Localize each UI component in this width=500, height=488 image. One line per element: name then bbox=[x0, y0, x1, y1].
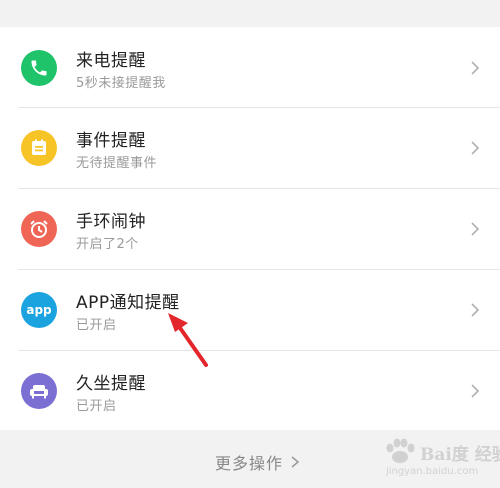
more-actions-button[interactable]: 更多操作 bbox=[215, 450, 301, 474]
item-title: 事件提醒 bbox=[76, 131, 146, 151]
chevron-right-icon bbox=[471, 61, 480, 75]
top-strip bbox=[0, 0, 500, 27]
chevron-right-icon bbox=[471, 222, 480, 236]
sofa-icon bbox=[21, 373, 57, 409]
calendar-icon bbox=[21, 130, 57, 166]
item-subtitle: 无待提醒事件 bbox=[76, 156, 158, 171]
item-title: 来电提醒 bbox=[76, 51, 146, 71]
chevron-right-icon bbox=[471, 141, 480, 155]
alarm-clock-icon bbox=[21, 211, 57, 247]
item-subtitle: 已开启 bbox=[76, 399, 117, 414]
baidu-watermark: Bai度 经验 jingyan.baidu.com bbox=[380, 438, 500, 484]
more-actions-label: 更多操作 bbox=[215, 454, 284, 473]
item-title: 手环闹钟 bbox=[76, 212, 146, 232]
chevron-right-icon bbox=[291, 456, 300, 468]
item-subtitle: 已开启 bbox=[76, 318, 117, 333]
list-item-band-alarm[interactable]: 手环闹钟 开启了2个 bbox=[0, 189, 500, 270]
paw-logo-icon bbox=[386, 438, 415, 463]
list-item-app-notification[interactable]: app APP通知提醒 已开启 bbox=[0, 270, 500, 351]
reminder-list: 来电提醒 5秒未接提醒我 事件提醒 无待提醒事件 手环闹钟 开启了2个 app … bbox=[0, 27, 500, 430]
item-subtitle: 开启了2个 bbox=[76, 237, 139, 252]
watermark-text: Bai度 经验 bbox=[420, 445, 500, 465]
item-subtitle: 5秒未接提醒我 bbox=[76, 76, 166, 91]
phone-icon bbox=[21, 50, 57, 86]
chevron-right-icon bbox=[471, 384, 480, 398]
app-icon-label: app bbox=[26, 303, 52, 317]
item-title: 久坐提醒 bbox=[76, 374, 146, 394]
list-item-call-reminder[interactable]: 来电提醒 5秒未接提醒我 bbox=[0, 27, 500, 108]
watermark-url: jingyan.baidu.com bbox=[386, 466, 479, 477]
chevron-right-icon bbox=[471, 303, 480, 317]
list-item-event-reminder[interactable]: 事件提醒 无待提醒事件 bbox=[0, 108, 500, 189]
list-item-sedentary-reminder[interactable]: 久坐提醒 已开启 bbox=[0, 351, 500, 432]
annotation-arrow bbox=[168, 313, 208, 367]
app-icon: app bbox=[21, 292, 57, 328]
